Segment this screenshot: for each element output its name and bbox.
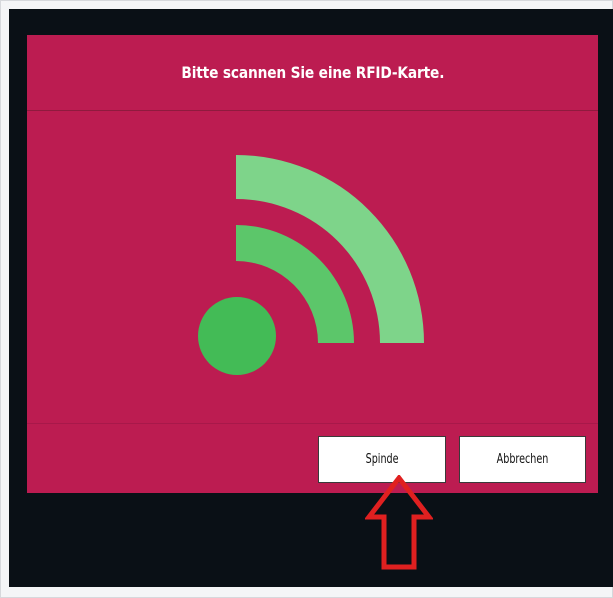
- dialog-title: Bitte scannen Sie eine RFID-Karte.: [181, 63, 444, 82]
- rfid-dot: [198, 297, 276, 375]
- dialog-footer-divider: [27, 423, 598, 424]
- rfid-scan-dialog: Bitte scannen Sie eine RFID-Karte. Spind…: [27, 35, 598, 493]
- screenshot-frame: Bitte scannen Sie eine RFID-Karte. Spind…: [0, 0, 613, 598]
- rfid-signal-icon: [198, 155, 424, 375]
- cancel-button-label: Abbrechen: [496, 452, 549, 467]
- dialog-header: Bitte scannen Sie eine RFID-Karte.: [27, 35, 598, 111]
- cancel-button[interactable]: Abbrechen: [459, 436, 586, 483]
- spinde-button-label: Spinde: [365, 452, 399, 467]
- up-arrow-annotation: [365, 475, 433, 570]
